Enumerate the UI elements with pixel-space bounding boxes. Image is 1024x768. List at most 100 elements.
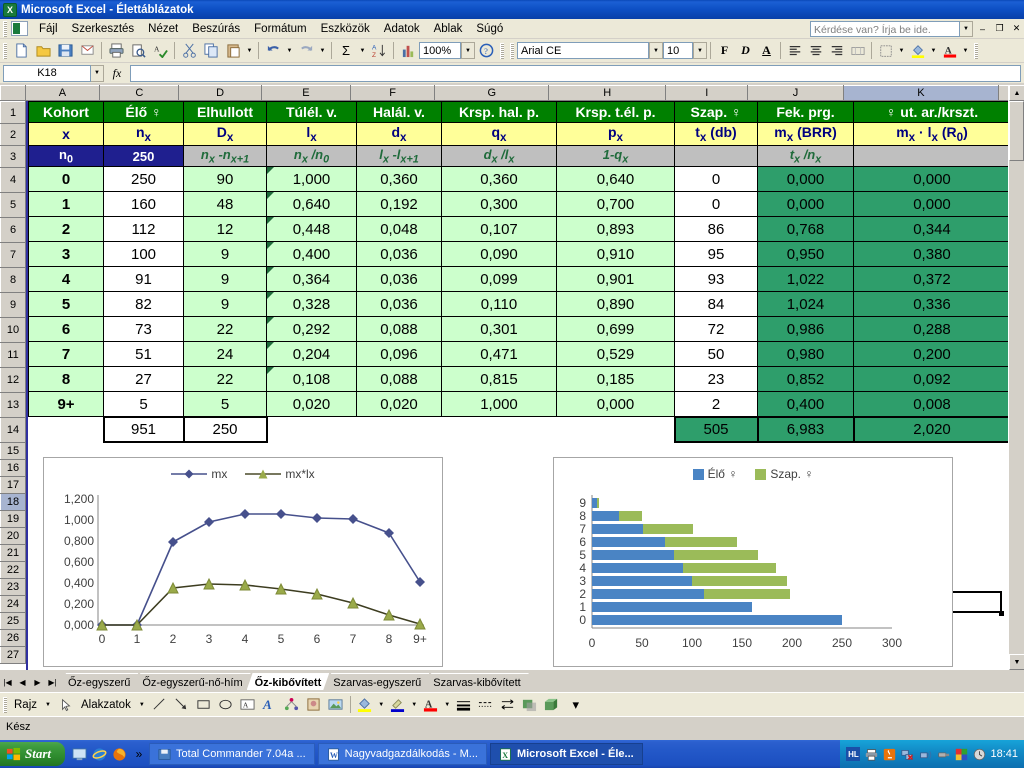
cell-elhullott[interactable]: 22	[183, 316, 267, 343]
cell-elo[interactable]: 73	[103, 316, 184, 343]
cell-kohort[interactable]: 1	[28, 191, 104, 218]
cell-tulel[interactable]: 0,292	[266, 316, 357, 343]
clip-art-icon[interactable]	[303, 694, 325, 715]
cell-szap[interactable]: 23	[674, 366, 758, 393]
print-preview-icon[interactable]	[127, 40, 149, 61]
wordart-icon[interactable]: A	[259, 694, 281, 715]
sum-szap[interactable]: 505	[673, 415, 759, 443]
fill-handle[interactable]	[999, 611, 1004, 616]
cell-elhullott[interactable]: 5	[183, 391, 267, 418]
cell-elhullott[interactable]: 90	[183, 166, 267, 193]
scroll-down-button[interactable]: ▼	[1009, 654, 1024, 670]
header-krsp-hal[interactable]: Krsp. hal. p.	[441, 101, 557, 123]
formula-dx[interactable]: lx -lx+1	[356, 144, 442, 168]
cell-p[interactable]: 0,910	[556, 241, 675, 268]
menu-item-beszuras[interactable]: Beszúrás	[185, 21, 247, 37]
oval-icon[interactable]	[215, 694, 237, 715]
row-header-25[interactable]: 25	[0, 612, 26, 630]
header-elhullott[interactable]: Elhullott	[183, 101, 267, 123]
taskbar-item-excel[interactable]: X Microsoft Excel - Éle...	[489, 743, 643, 765]
java-icon[interactable]	[882, 747, 896, 761]
cell-tulel[interactable]: 0,204	[266, 341, 357, 368]
row-header-6[interactable]: 6	[0, 217, 26, 243]
zoom-dropdown[interactable]: ▼	[461, 42, 475, 59]
cell-ut[interactable]: 0,000	[853, 191, 1011, 218]
cell-elhullott[interactable]: 24	[183, 341, 267, 368]
header-elo[interactable]: Élő ♀	[103, 101, 184, 123]
italic-button[interactable]: D	[735, 41, 756, 61]
row-header-19[interactable]: 19	[0, 510, 26, 528]
cell-kohort[interactable]: 8	[28, 366, 104, 393]
cell-tulel[interactable]: 0,328	[266, 291, 357, 318]
cell-tulel[interactable]: 0,448	[266, 216, 357, 243]
cell-elo[interactable]: 91	[103, 266, 184, 293]
cell-elo[interactable]: 160	[103, 191, 184, 218]
insert-picture-icon[interactable]	[325, 694, 347, 715]
toolbar-grip-standard[interactable]	[3, 42, 7, 59]
row-header-4[interactable]: 4	[0, 167, 26, 193]
bold-button[interactable]: F	[714, 41, 735, 61]
menu-item-ablak[interactable]: Ablak	[427, 21, 470, 37]
row-header-13[interactable]: 13	[0, 392, 26, 418]
cell-kohort[interactable]: 9+	[28, 391, 104, 418]
cell-ut[interactable]: 0,000	[853, 166, 1011, 193]
cell-kohort[interactable]: 0	[28, 166, 104, 193]
cell-p[interactable]: 0,185	[556, 366, 675, 393]
draw-menu-chevron-down-icon[interactable]: ▼	[41, 702, 55, 708]
tab-nav-first-icon[interactable]: |◀	[0, 674, 15, 690]
cell-ut[interactable]: 0,008	[853, 391, 1011, 418]
row-header-2[interactable]: 2	[0, 123, 26, 146]
sum-elo[interactable]: 951	[102, 415, 185, 443]
restore-button[interactable]: ❐	[992, 22, 1007, 36]
redo-dropdown[interactable]: ▼	[317, 40, 328, 61]
arrow-style-icon[interactable]	[497, 694, 519, 715]
chevron-down-icon[interactable]: ▼	[960, 20, 973, 37]
cell-tulel[interactable]: 0,108	[266, 366, 357, 393]
align-right-icon[interactable]	[826, 41, 847, 61]
cell-fek[interactable]: 0,768	[757, 216, 854, 243]
insert-function-icon[interactable]: fx	[104, 66, 130, 81]
printer-icon[interactable]	[864, 747, 878, 761]
column-header-e[interactable]: E	[260, 85, 351, 101]
name-box[interactable]: K18	[3, 64, 91, 82]
arrow-icon[interactable]	[171, 694, 193, 715]
column-header-f[interactable]: F	[349, 85, 436, 101]
cell-q[interactable]: 0,360	[441, 166, 557, 193]
borders-dropdown[interactable]: ▼	[896, 40, 907, 61]
header-tulel[interactable]: Túlél. v.	[266, 101, 357, 123]
column-header-i[interactable]: I	[665, 85, 749, 101]
cell-q[interactable]: 0,300	[441, 191, 557, 218]
drawing-toolbar-overflow-icon[interactable]: ▾	[565, 694, 587, 715]
menu-item-sugo[interactable]: Súgó	[469, 21, 510, 37]
toolbar-grip-end[interactable]	[974, 42, 978, 59]
minimize-button[interactable]: –	[975, 22, 990, 36]
cell-szap[interactable]: 93	[674, 266, 758, 293]
help-icon[interactable]: ?	[475, 40, 497, 61]
formula-px[interactable]: 1-qx	[556, 144, 675, 168]
cell-p[interactable]: 0,700	[556, 191, 675, 218]
cell-halal[interactable]: 0,088	[356, 366, 442, 393]
cell-q[interactable]: 0,471	[441, 341, 557, 368]
row-header-10[interactable]: 10	[0, 317, 26, 343]
header-halal[interactable]: Halál. v.	[356, 101, 442, 123]
row-header-1[interactable]: 1	[0, 101, 26, 124]
autoshapes-chevron-down-icon[interactable]: ▼	[135, 702, 149, 708]
email-icon[interactable]	[76, 40, 98, 61]
font-name-input[interactable]: Arial CE	[517, 42, 649, 59]
row-header-23[interactable]: 23	[0, 578, 26, 596]
autoshapes-button[interactable]: Alakzatok	[77, 699, 135, 711]
usb-icon[interactable]	[936, 747, 950, 761]
cell-szap[interactable]: 2	[674, 391, 758, 418]
save-icon[interactable]	[54, 40, 76, 61]
formula-lx[interactable]: nx /n0	[266, 144, 357, 168]
chart-bar-population[interactable]: Élő ♀ Szap. ♀ 9 8 7 6 5 4 3 2 1 0 0 50 1…	[553, 457, 953, 667]
taskbar-clock[interactable]: 18:41	[990, 748, 1018, 760]
sheet-tab-szarvas-kibovitett[interactable]: Szarvas-kibővített	[425, 673, 528, 690]
formula-mx[interactable]: tx /nx	[757, 144, 854, 168]
row-header-24[interactable]: 24	[0, 595, 26, 613]
font-color-draw-icon[interactable]: A	[420, 694, 442, 715]
open-icon[interactable]	[32, 40, 54, 61]
undo-dropdown[interactable]: ▼	[284, 40, 295, 61]
cell-p[interactable]: 0,640	[556, 166, 675, 193]
menu-item-formatum[interactable]: Formátum	[247, 21, 313, 37]
